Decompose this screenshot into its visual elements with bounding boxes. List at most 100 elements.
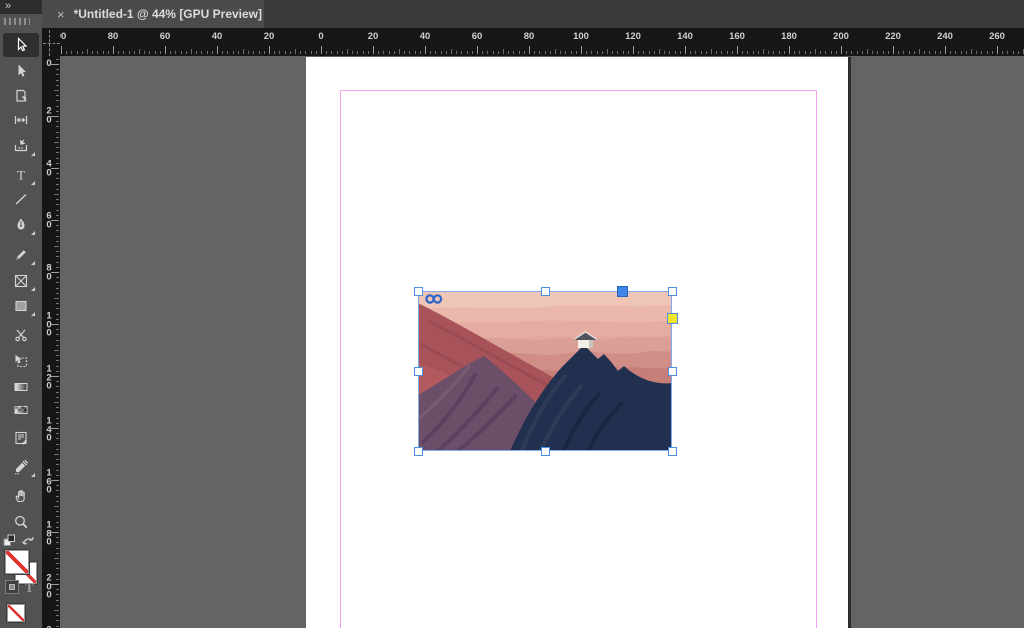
close-tab-icon[interactable]: × (57, 8, 65, 21)
ruler-origin-box[interactable] (42, 28, 60, 56)
rectangle-tool[interactable] (5, 294, 37, 318)
hand-tool[interactable] (5, 484, 37, 508)
v-ruler-tick (56, 412, 59, 414)
rect-icon (15, 300, 27, 312)
gap-tool[interactable] (5, 108, 37, 132)
h-ruler-label: 100 (573, 31, 589, 42)
handle-bottom-left[interactable] (413, 446, 423, 456)
pen-icon (17, 218, 25, 230)
v-ruler-tick (56, 500, 59, 502)
h-ruler-tick (191, 49, 192, 54)
v-ruler-label: 40 (46, 158, 52, 178)
vertical-ruler[interactable]: 020406080100120140160180200220 (42, 56, 60, 628)
gradient-feather-tool[interactable] (5, 398, 37, 422)
h-ruler-label: 160 (729, 31, 745, 42)
h-ruler-tick (851, 51, 853, 54)
handle-bottom-right[interactable] (667, 446, 677, 456)
scissors-tool[interactable] (5, 323, 37, 347)
h-ruler-tick (612, 51, 614, 54)
eyedropper-icon (15, 459, 29, 475)
h-ruler-tick (289, 51, 291, 54)
apply-none-button[interactable] (7, 604, 25, 622)
page-tool[interactable] (5, 84, 37, 108)
subtools-triangle-icon (31, 473, 35, 477)
pasteboard[interactable] (60, 56, 1024, 628)
fill-swatch-none[interactable] (5, 550, 29, 574)
h-ruler-tick (466, 51, 468, 54)
line-tool[interactable] (5, 187, 37, 211)
h-ruler-tick (752, 51, 754, 54)
h-ruler-tick (903, 51, 905, 54)
handle-bottom-center[interactable] (540, 446, 550, 456)
h-ruler-tick (971, 49, 972, 54)
v-ruler-tick (56, 266, 59, 268)
direct-selection-tool[interactable] (5, 59, 37, 83)
h-ruler-tick (856, 51, 858, 54)
h-ruler-tick (492, 51, 494, 54)
pencil-tool[interactable] (5, 243, 37, 267)
note-tool[interactable] (5, 426, 37, 450)
h-ruler-tick (232, 51, 234, 54)
h-ruler-tick (217, 46, 218, 54)
handle-top-left[interactable] (413, 286, 423, 296)
type-icon: T (17, 168, 25, 183)
freet-icon (15, 355, 28, 368)
v-ruler-tick (56, 370, 59, 372)
h-ruler-tick (731, 51, 733, 54)
document-tab[interactable]: × *Untitled-1 @ 44% [GPU Preview] (42, 0, 264, 28)
selection-tool[interactable] (3, 33, 39, 57)
v-ruler-label: 120 (46, 363, 52, 392)
handle-top-center[interactable] (540, 286, 550, 296)
indesign-window: » × *Untitled-1 @ 44% [GPU Preview] T T … (0, 0, 1024, 628)
h-ruler-tick (97, 51, 99, 54)
expand-panel-icon[interactable]: » (0, 0, 42, 14)
h-ruler-label: 20 (367, 31, 379, 42)
v-ruler-tick (56, 386, 59, 388)
h-ruler-tick (414, 51, 416, 54)
h-ruler-tick (991, 51, 993, 54)
h-ruler-tick (555, 49, 556, 54)
swap-fill-stroke-icon[interactable] (3, 533, 41, 549)
handle-mid-right[interactable] (667, 366, 677, 376)
horizontal-ruler[interactable]: 0080604020020406080100120140160180200220… (60, 28, 1024, 56)
gradient-swatch-tool[interactable] (5, 375, 37, 399)
handle-mid-left[interactable] (413, 366, 423, 376)
h-ruler-label: 20 (263, 31, 275, 42)
h-ruler-tick (222, 51, 224, 54)
placed-image-frame[interactable] (418, 291, 672, 451)
v-ruler-tick (51, 480, 59, 481)
free-transform-tool[interactable] (5, 349, 37, 373)
pen-tool[interactable] (5, 213, 37, 237)
type-tool[interactable]: T (5, 163, 37, 187)
document-tab-title: *Untitled-1 @ 44% [GPU Preview] (73, 7, 263, 21)
formatting-affects-text-button[interactable]: T (25, 580, 34, 596)
v-ruler-tick (51, 168, 59, 169)
h-ruler-tick (549, 51, 551, 54)
h-ruler-label: 240 (937, 31, 953, 42)
h-ruler-tick (861, 51, 863, 54)
h-ruler-tick (965, 51, 967, 54)
handle-top-right[interactable] (667, 286, 677, 296)
formatting-affects-container-button[interactable] (5, 580, 19, 594)
eyedropper-tool[interactable] (5, 455, 37, 479)
zoom-tool[interactable] (5, 510, 37, 534)
frame-icon (14, 274, 28, 288)
v-ruler-tick (56, 157, 59, 159)
v-ruler-tick (56, 407, 59, 409)
h-ruler-tick (206, 51, 208, 54)
v-ruler-tick (54, 350, 59, 351)
panel-grip-handle[interactable] (4, 18, 30, 25)
v-ruler-tick (56, 251, 59, 253)
h-ruler-label: 120 (625, 31, 641, 42)
content-collector-tool[interactable] (5, 134, 37, 158)
handle-top-accent[interactable] (616, 285, 628, 297)
frame-tool[interactable] (5, 269, 37, 293)
h-ruler-tick (102, 51, 104, 54)
h-ruler-tick (893, 46, 894, 54)
h-ruler-tick (477, 46, 478, 54)
tools-panel-header: » (0, 0, 42, 28)
v-ruler-tick (56, 485, 59, 487)
h-ruler-tick (664, 51, 666, 54)
corner-radius-widget[interactable] (666, 312, 678, 324)
v-ruler-tick (56, 287, 59, 289)
